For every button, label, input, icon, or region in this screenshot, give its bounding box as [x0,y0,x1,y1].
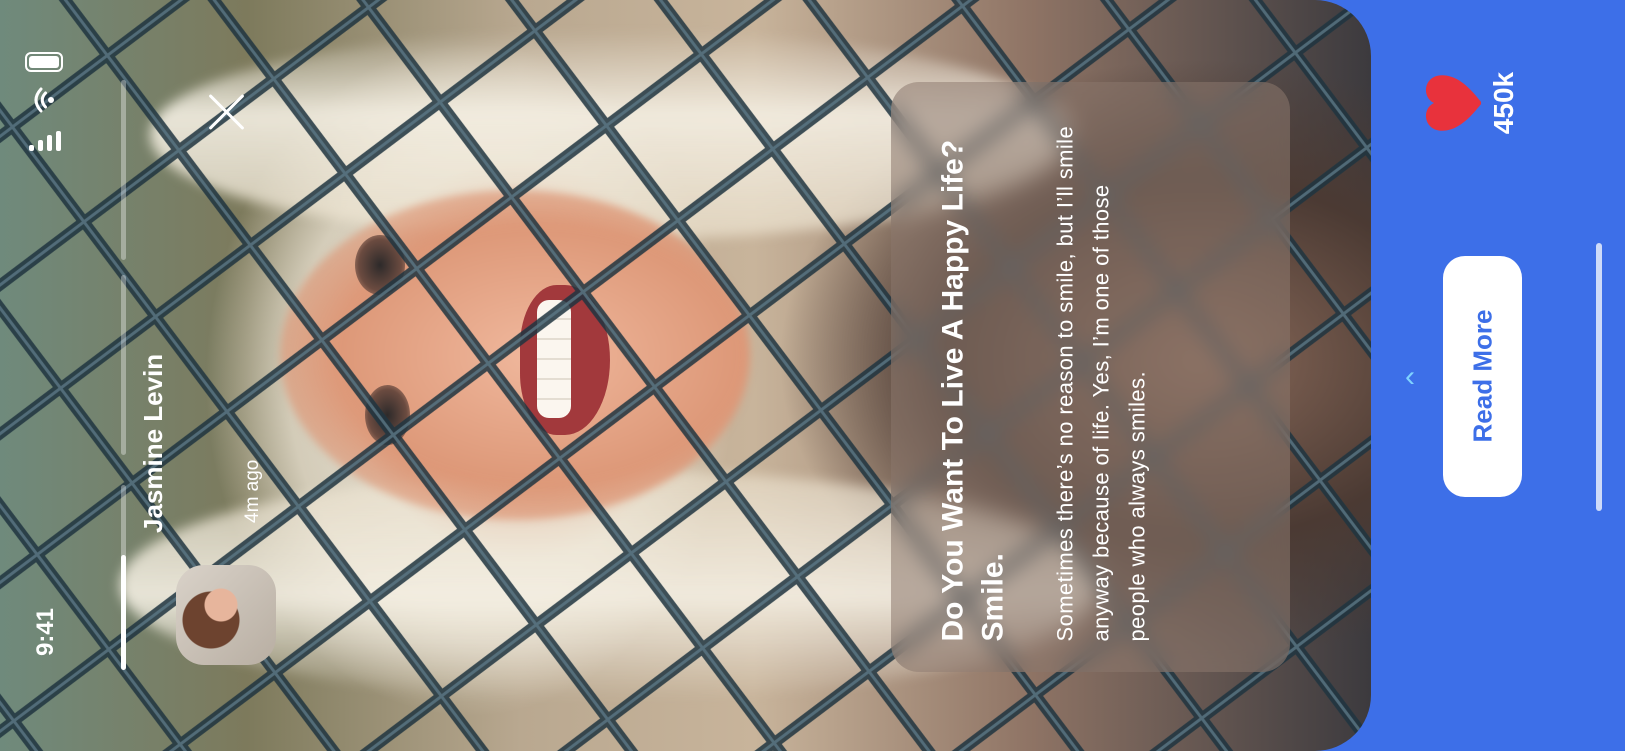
story-card: Do You Want To Live A Happy Life? Smile.… [891,82,1290,672]
chevron-up-icon[interactable]: ‹ [1405,362,1423,392]
story-body: Sometimes there’s no reason to smile, bu… [1052,125,1150,642]
read-more-label: Read More [1467,309,1498,443]
story-card-content: Do You Want To Live A Happy Life? Smile.… [892,82,1291,672]
author-name[interactable]: Jasmine Levin [138,333,168,533]
story-progress-fill [121,555,126,670]
story-progress-segment [121,275,126,455]
story-progress-segment [121,485,126,670]
status-time: 9:41 [32,607,59,657]
home-indicator[interactable] [1596,243,1602,511]
wifi-icon [32,87,58,113]
close-button[interactable] [206,92,246,132]
story-progress-segment [121,80,126,260]
battery-icon [25,48,65,72]
like-count: 450k [1488,71,1519,135]
author-avatar[interactable] [176,565,276,665]
story-headline: Do You Want To Live A Happy Life? Smile. [936,139,1010,642]
read-more-button[interactable]: Read More [1443,256,1522,497]
like-button[interactable] [1423,73,1482,133]
heart-icon [1426,75,1482,131]
story-screen: 9:41 Jasmine Levin 4m ago Do You Want To… [0,0,1625,751]
post-time: 4m ago [242,459,263,523]
signal-icon [29,131,67,151]
